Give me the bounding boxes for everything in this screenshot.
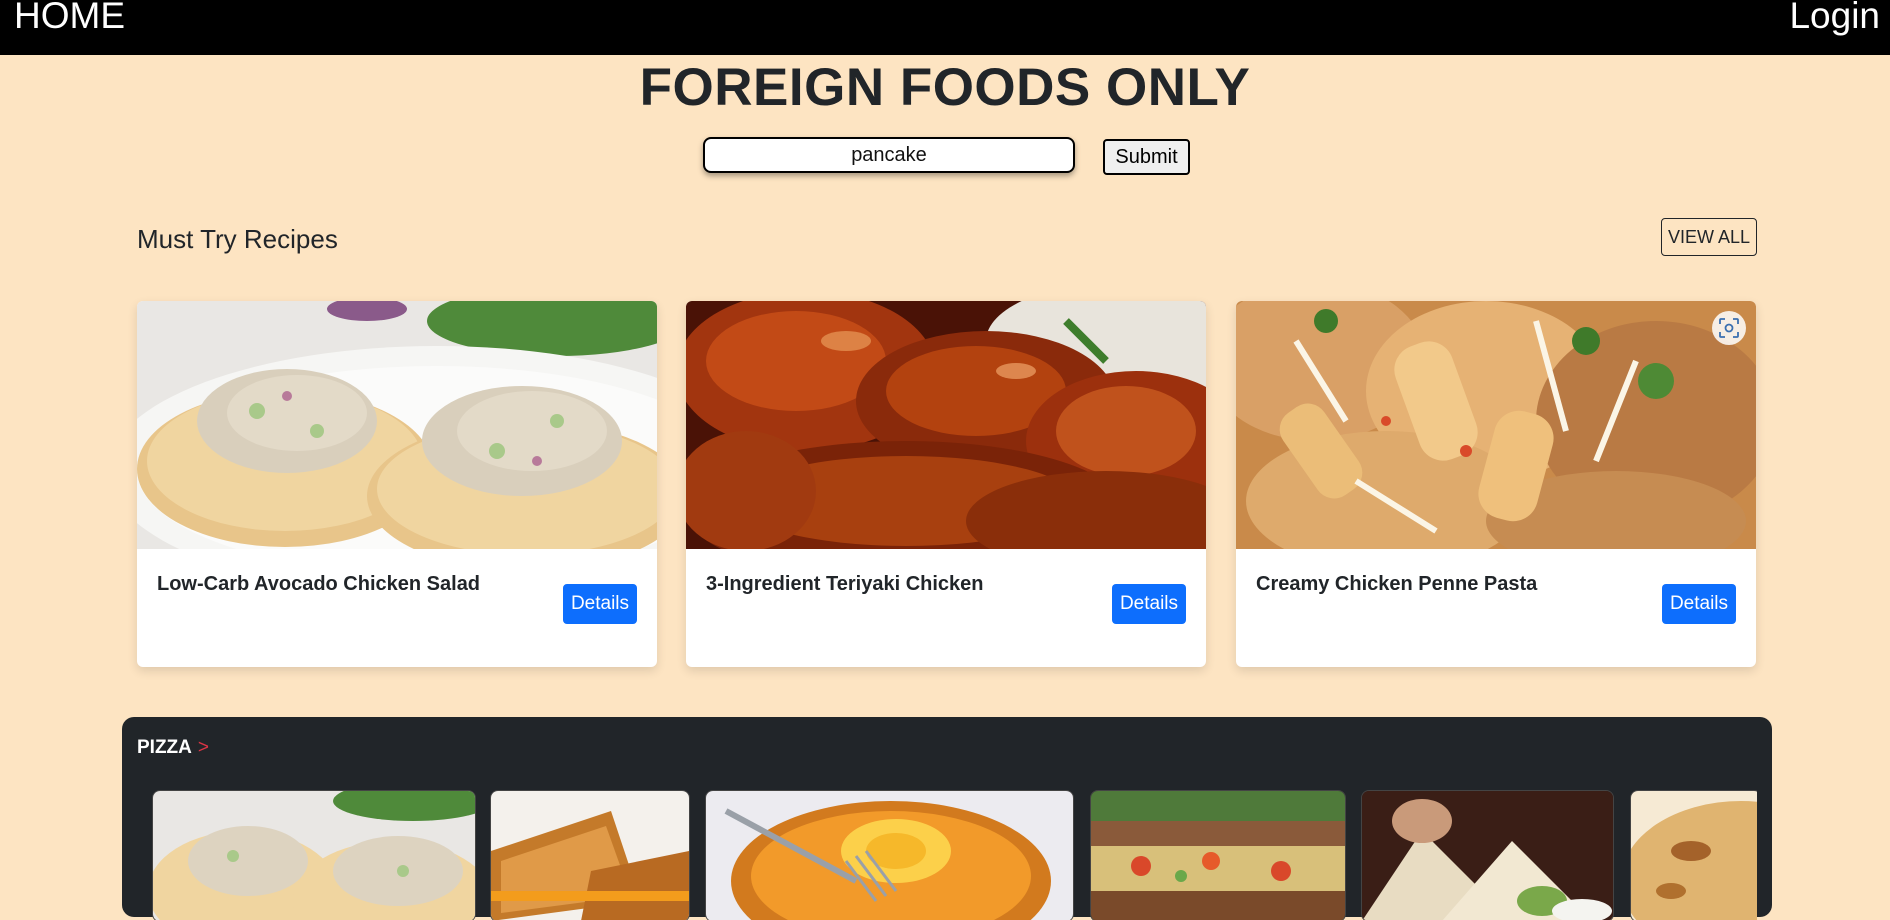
scan-icon[interactable]	[1712, 311, 1746, 345]
category-heading[interactable]: PIZZA >	[137, 737, 209, 759]
thumbnail-egg-in-toast[interactable]	[705, 790, 1074, 920]
section-heading: Must Try Recipes	[137, 224, 338, 254]
thumbnail-quesadilla[interactable]	[1361, 790, 1614, 920]
home-link[interactable]: HOME	[14, 0, 125, 34]
recipe-card: 3-Ingredient Teriyaki Chicken Details	[686, 301, 1206, 667]
thumbnail-chicken-salad[interactable]	[152, 790, 476, 920]
recipe-card-title: Low-Carb Avocado Chicken Salad	[157, 573, 481, 595]
recipe-card: Creamy Chicken Penne Pasta Details	[1236, 301, 1756, 667]
recipe-image-penne-pasta	[1236, 301, 1756, 549]
submit-button[interactable]: Submit	[1103, 139, 1190, 175]
thumbnail-veggie-sandwich[interactable]	[1090, 790, 1346, 920]
recipe-image-chicken-salad	[137, 301, 657, 549]
view-all-button[interactable]: VIEW ALL	[1661, 218, 1757, 256]
thumbnail-strip[interactable]	[137, 790, 1757, 920]
category-section: PIZZA >	[122, 717, 1772, 920]
page-title: FOREIGN FOODS ONLY	[639, 58, 1251, 117]
thumbnail-grilled-cheese[interactable]	[490, 790, 690, 920]
details-button[interactable]: Details	[563, 584, 637, 624]
thumbnail-flatbread[interactable]	[1630, 790, 1757, 920]
top-navbar: HOME Login	[0, 0, 1890, 55]
recipe-card: Low-Carb Avocado Chicken Salad Details	[137, 301, 657, 667]
recipe-card-title: Creamy Chicken Penne Pasta	[1256, 573, 1538, 595]
recipe-card-title: 3-Ingredient Teriyaki Chicken	[706, 573, 984, 595]
recipe-image-teriyaki-chicken	[686, 301, 1206, 549]
details-button[interactable]: Details	[1112, 584, 1186, 624]
details-button[interactable]: Details	[1662, 584, 1736, 624]
chevron-right-icon: >	[197, 737, 209, 758]
category-title: PIZZA	[137, 737, 192, 758]
login-link[interactable]: Login	[1789, 0, 1880, 34]
search-input[interactable]	[703, 137, 1075, 173]
